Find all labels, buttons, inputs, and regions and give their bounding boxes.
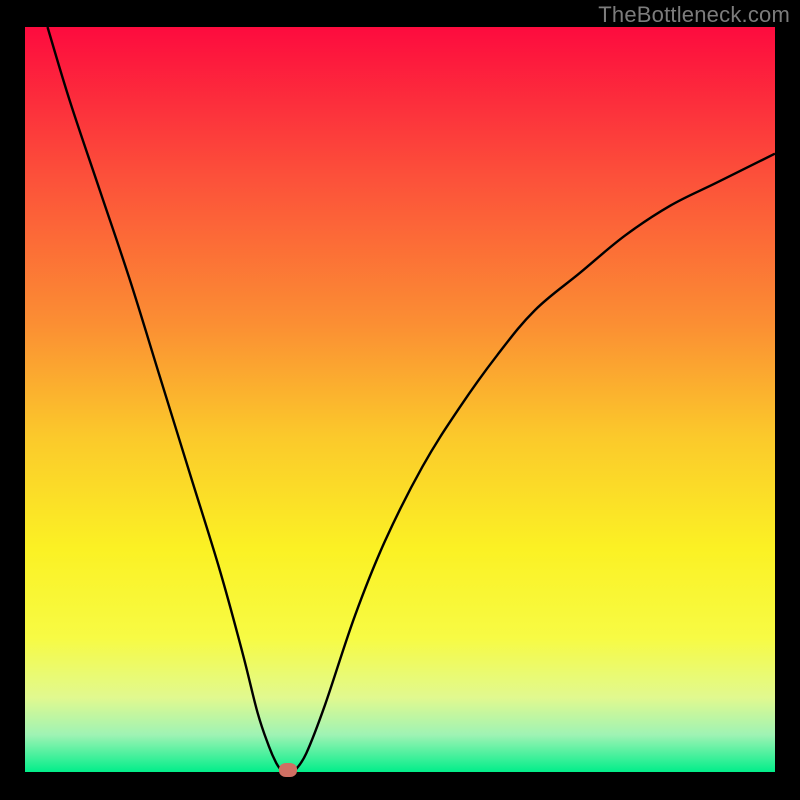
watermark-label: TheBottleneck.com [598, 2, 790, 28]
chart-stage: TheBottleneck.com [0, 0, 800, 800]
bottleneck-chart [0, 0, 800, 800]
gradient-background [25, 27, 775, 772]
valley-marker-icon [279, 763, 297, 777]
